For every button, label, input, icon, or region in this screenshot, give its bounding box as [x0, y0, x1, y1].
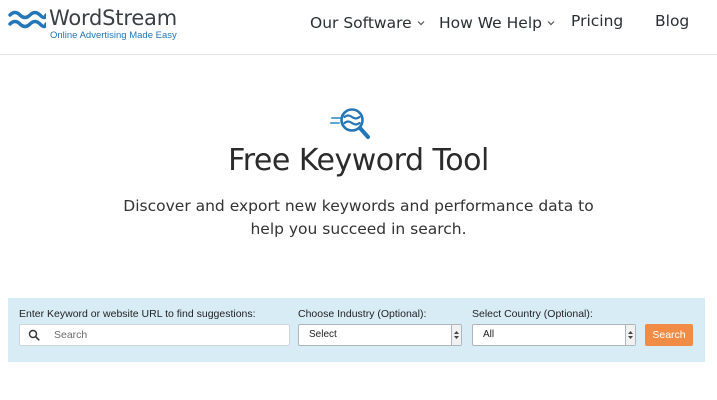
industry-select[interactable]: Select: [298, 324, 462, 346]
dropdown-arrow-icon: [625, 325, 635, 345]
dropdown-arrow-icon: [451, 325, 461, 345]
nav-item-label: Our Software: [310, 14, 412, 32]
chevron-down-icon: [417, 12, 425, 30]
country-selected-value: All: [483, 329, 495, 340]
nav-pricing[interactable]: Pricing: [571, 12, 623, 34]
keyword-search-input[interactable]: [54, 325, 279, 345]
keyword-magnifier-icon: [330, 108, 370, 139]
industry-field-label: Choose Industry (Optional):: [298, 308, 427, 320]
nav-our-software[interactable]: Our Software: [310, 12, 425, 34]
nav-item-label: Blog: [655, 12, 690, 30]
site-header: WordStream Online Advertising Made Easy …: [0, 0, 717, 55]
chevron-down-icon: [547, 12, 555, 30]
page-title: Free Keyword Tool: [228, 143, 489, 178]
subtitle-line-1: Discover and export new keywords and per…: [123, 197, 594, 215]
wordstream-logo[interactable]: WordStream Online Advertising Made Easy: [8, 6, 178, 41]
keyword-search-panel: Enter Keyword or website URL to find sug…: [8, 298, 705, 362]
keyword-search-box[interactable]: [19, 324, 290, 346]
nav-item-label: Pricing: [571, 12, 624, 30]
country-field-label: Select Country (Optional):: [472, 308, 593, 320]
industry-selected-value: Select: [309, 329, 337, 340]
keyword-field-label: Enter Keyword or website URL to find sug…: [19, 308, 256, 320]
page-subtitle: Discover and export new keywords and per…: [120, 195, 597, 241]
wave-logo-icon: [8, 10, 46, 29]
search-icon: [28, 329, 40, 341]
nav-blog[interactable]: Blog: [655, 12, 689, 34]
brand-name: WordStream: [49, 6, 177, 30]
brand-tagline: Online Advertising Made Easy: [50, 30, 177, 41]
nav-item-label: How We Help: [439, 14, 542, 32]
nav-how-we-help[interactable]: How We Help: [439, 12, 555, 34]
subtitle-line-2: help you succeed in search.: [250, 220, 467, 238]
search-button[interactable]: Search: [645, 324, 693, 346]
country-select[interactable]: All: [472, 324, 636, 346]
